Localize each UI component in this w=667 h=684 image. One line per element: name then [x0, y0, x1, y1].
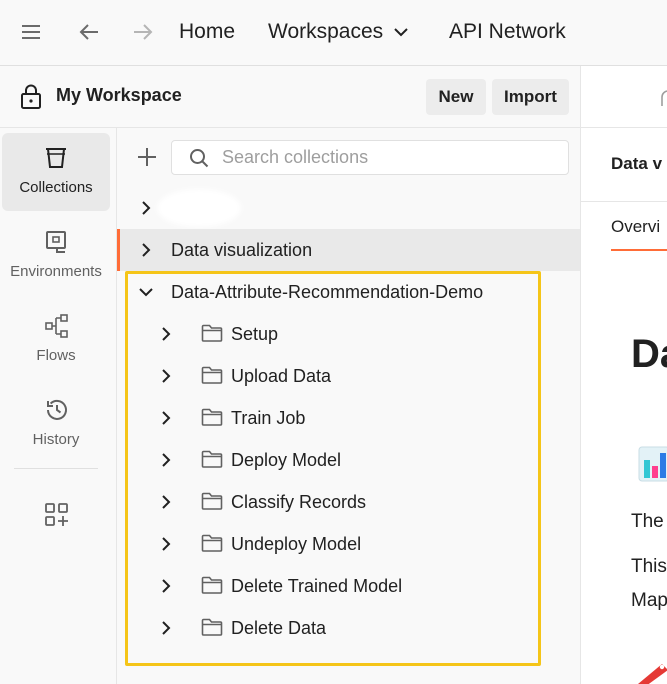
new-button[interactable]: New — [426, 79, 486, 115]
nav-api-network-label: API Network — [449, 20, 566, 43]
chevron-right-icon[interactable] — [159, 452, 173, 468]
back-arrow-icon[interactable] — [78, 16, 100, 48]
folder-icon — [201, 407, 223, 427]
chevron-right-icon[interactable] — [159, 494, 173, 510]
collection-title: Data v — [611, 154, 663, 173]
bar-chart-emoji-icon — [638, 444, 667, 484]
nav-workspaces-label: Workspaces — [268, 20, 384, 43]
folder-row[interactable]: Setup — [117, 313, 580, 355]
nav-home[interactable]: Home — [179, 16, 235, 48]
selection-accent — [117, 229, 120, 271]
folder-label: Deploy Model — [231, 450, 342, 470]
folder-icon — [201, 533, 223, 553]
sidebar-rail: Collections Environments Flows History — [0, 128, 117, 684]
forward-arrow-icon[interactable] — [132, 16, 154, 48]
folder-row[interactable]: Delete Trained Model — [117, 565, 580, 607]
chevron-right-icon[interactable] — [139, 200, 153, 216]
folder-icon — [201, 323, 223, 343]
nav-api-network[interactable]: API Network — [449, 16, 566, 48]
rail-item-label: Flows — [36, 347, 76, 364]
rail-item-flows[interactable]: Flows — [2, 301, 110, 379]
folder-icon — [201, 449, 223, 469]
search-icon — [189, 148, 209, 168]
folder-row[interactable]: Classify Records — [117, 481, 580, 523]
rail-item-collections[interactable]: Collections — [2, 133, 110, 211]
collections-icon — [44, 145, 68, 171]
request-tab-bar — [581, 66, 667, 128]
active-tab-indicator — [611, 249, 667, 251]
top-bar: Home Workspaces API Network — [0, 0, 667, 66]
folder-icon — [201, 491, 223, 511]
chevron-right-icon[interactable] — [159, 410, 173, 426]
chevron-right-icon[interactable] — [159, 368, 173, 384]
collection-row-data-visualization[interactable]: Data visualization — [117, 229, 580, 271]
folder-row[interactable]: Upload Data — [117, 355, 580, 397]
configure-sidebar-icon[interactable] — [44, 502, 70, 528]
workspace-title: My Workspace — [56, 85, 182, 105]
chevron-down-icon — [393, 16, 409, 48]
environments-icon — [44, 229, 68, 255]
workspace-header: My Workspace New Import — [0, 66, 580, 128]
rail-item-label: History — [32, 431, 80, 448]
folder-label: Delete Trained Model — [231, 576, 403, 596]
rail-item-environments[interactable]: Environments — [2, 217, 110, 295]
folder-label: Classify Records — [231, 492, 367, 512]
overview-paragraph-2-line-1: This — [631, 556, 667, 577]
folder-row[interactable]: Undeploy Model — [117, 523, 580, 565]
tab-overview[interactable]: Overvi — [611, 217, 667, 237]
folder-label: Setup — [231, 324, 279, 344]
divider — [581, 201, 667, 202]
collection-label: Data-Attribute-Recommendation-Demo — [171, 282, 484, 302]
folder-row[interactable]: Train Job — [117, 397, 580, 439]
rail-item-label: Environments — [10, 263, 102, 280]
rail-item-history[interactable]: History — [2, 385, 110, 463]
folder-icon — [201, 575, 223, 595]
collection-row-dar-demo[interactable]: Data-Attribute-Recommendation-Demo — [117, 271, 580, 313]
search-input[interactable] — [222, 144, 552, 171]
folder-label: Upload Data — [231, 366, 332, 386]
folder-row[interactable]: Delete Data — [117, 607, 580, 649]
folder-row[interactable]: Deploy Model — [117, 439, 580, 481]
nav-workspaces[interactable]: Workspaces — [268, 16, 409, 48]
overview-heading: Da — [631, 332, 667, 376]
history-icon — [44, 397, 70, 423]
chevron-down-icon[interactable] — [138, 285, 154, 299]
collection-detail-pane: Data v Overvi Da The This Map — [580, 66, 667, 684]
chevron-right-icon[interactable] — [159, 578, 173, 594]
rail-divider — [14, 468, 98, 469]
rail-item-label: Collections — [19, 179, 93, 196]
import-button[interactable]: Import — [492, 79, 569, 115]
chevron-right-icon[interactable] — [139, 242, 153, 258]
flows-icon — [44, 313, 70, 339]
menu-icon[interactable] — [20, 16, 42, 48]
tab-icon — [657, 86, 667, 108]
overview-paragraph-2-line-2: Map — [631, 590, 667, 611]
collection-label: Data visualization — [171, 240, 313, 260]
collections-panel: Data visualization Data-Attribute-Recomm… — [117, 128, 580, 684]
chevron-right-icon[interactable] — [159, 536, 173, 552]
redacted-label — [157, 189, 241, 227]
lock-icon — [20, 84, 42, 110]
add-collection-icon[interactable] — [136, 146, 158, 168]
chevron-right-icon[interactable] — [159, 326, 173, 342]
folder-icon — [201, 365, 223, 385]
search-collections[interactable] — [171, 140, 569, 175]
nav-home-label: Home — [179, 20, 236, 43]
chevron-right-icon[interactable] — [159, 620, 173, 636]
overview-paragraph-1: The — [631, 511, 664, 532]
folder-label: Delete Data — [231, 618, 327, 638]
ribbon-emoji-icon — [636, 660, 667, 684]
folder-icon — [201, 617, 223, 637]
folder-label: Train Job — [231, 408, 306, 428]
folder-label: Undeploy Model — [231, 534, 362, 554]
